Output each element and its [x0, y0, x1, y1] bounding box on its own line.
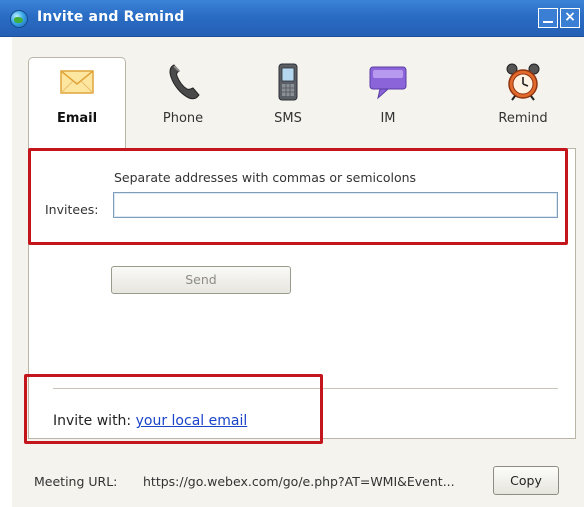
invite-method-tabs: Email Phone SMS IM Remind — [12, 37, 584, 149]
tab-label-remind: Remind — [498, 111, 548, 126]
tab-sms[interactable]: SMS — [248, 61, 328, 126]
highlight-box-invitees — [28, 148, 568, 245]
mobile-phone-icon — [267, 61, 309, 103]
alarm-clock-icon — [502, 61, 544, 103]
highlight-box-invite-with — [24, 374, 323, 444]
phone-icon — [162, 61, 204, 103]
minimize-button[interactable] — [538, 8, 558, 28]
tab-phone[interactable]: Phone — [138, 61, 228, 126]
envelope-icon — [56, 61, 98, 103]
tab-im[interactable]: IM — [348, 61, 428, 126]
globe-icon — [10, 10, 28, 28]
tab-label-phone: Phone — [162, 111, 204, 126]
chat-bubble-icon — [367, 61, 409, 103]
copy-button[interactable]: Copy — [493, 466, 559, 495]
window-title: Invite and Remind — [37, 9, 185, 25]
tab-remind[interactable]: Remind — [478, 61, 568, 126]
tab-label-email: Email — [56, 111, 98, 126]
meeting-url-value: https://go.webex.com/go/e.php?AT=WMI&Eve… — [143, 474, 455, 489]
meeting-url-label: Meeting URL: — [34, 474, 118, 489]
close-button[interactable]: × — [560, 8, 580, 28]
tab-label-im: IM — [380, 111, 396, 126]
title-bar: Invite and Remind × — [0, 0, 584, 37]
send-button[interactable]: Send — [111, 266, 291, 294]
tab-email[interactable]: Email — [28, 61, 126, 126]
tab-label-sms: SMS — [274, 111, 302, 126]
